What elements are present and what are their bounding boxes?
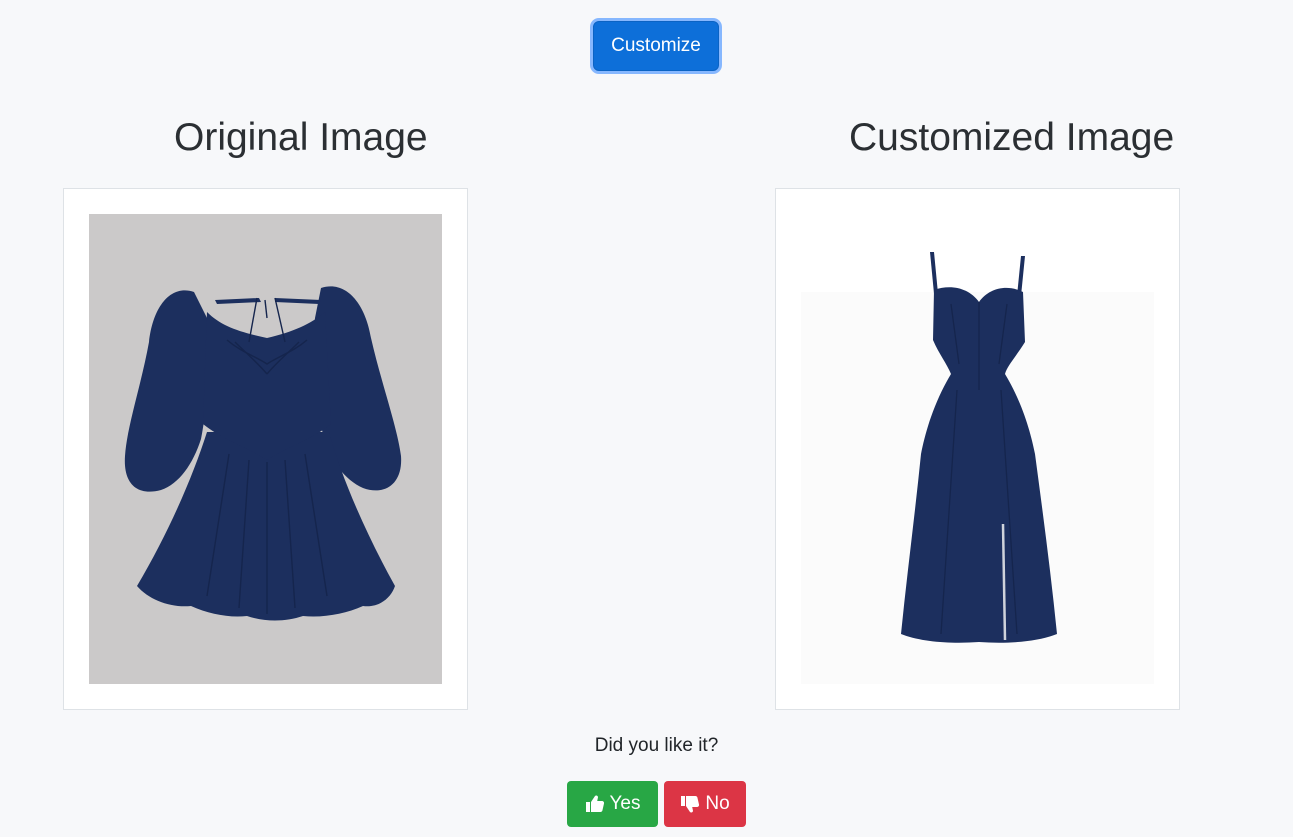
no-button[interactable]: No bbox=[664, 781, 746, 827]
thumbs-up-icon bbox=[585, 794, 605, 814]
feedback-question: Did you like it? bbox=[594, 735, 719, 756]
original-dress-image bbox=[89, 214, 442, 684]
thumbs-down-icon bbox=[680, 794, 700, 814]
original-image-heading: Original Image bbox=[174, 116, 428, 159]
yes-button[interactable]: Yes bbox=[567, 781, 658, 827]
original-image-frame bbox=[63, 188, 468, 710]
page: Customize Original Image Customized Imag… bbox=[0, 0, 1293, 837]
no-label: No bbox=[705, 793, 730, 814]
customize-button[interactable]: Customize bbox=[593, 21, 719, 71]
yes-label: Yes bbox=[609, 793, 641, 814]
customized-image-frame bbox=[775, 188, 1180, 710]
customized-image-heading: Customized Image bbox=[849, 116, 1175, 159]
customized-dress-image bbox=[801, 214, 1154, 684]
